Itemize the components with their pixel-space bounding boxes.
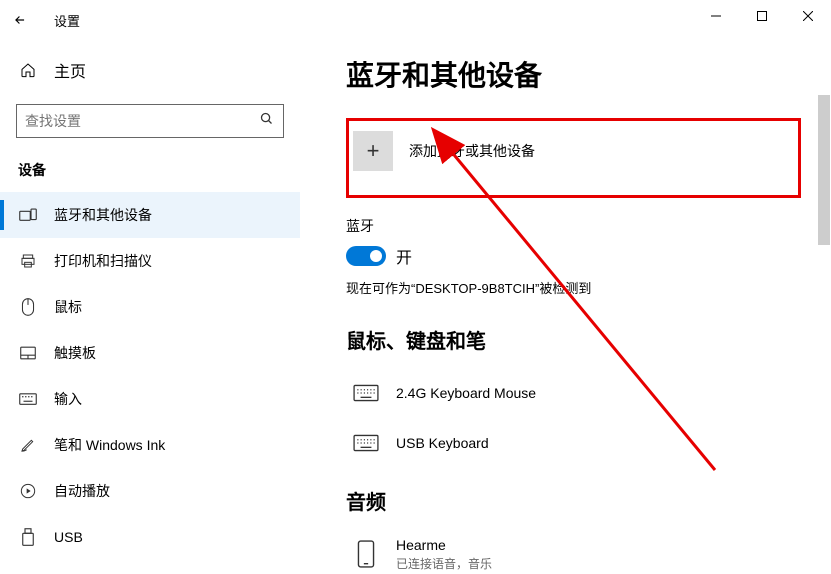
pen-icon: [18, 437, 38, 453]
bluetooth-toggle-label: 开: [396, 244, 412, 268]
bluetooth-heading: 蓝牙: [346, 216, 801, 236]
maximize-button[interactable]: [739, 0, 785, 32]
add-device-row[interactable]: + 添加蓝牙或其他设备: [353, 131, 788, 171]
sidebar-item-label: 鼠标: [54, 297, 82, 317]
home-icon: [18, 62, 38, 78]
close-button[interactable]: [785, 0, 831, 32]
keyboard-icon: [346, 434, 386, 452]
sidebar-item-label: 笔和 Windows Ink: [54, 435, 165, 455]
sidebar-item-autoplay[interactable]: 自动播放: [0, 468, 300, 514]
device-name: USB Keyboard: [396, 435, 489, 451]
device-name: Hearme: [396, 537, 492, 553]
sidebar-item-label: 触摸板: [54, 343, 96, 363]
back-button[interactable]: [0, 0, 40, 40]
sidebar-item-bluetooth[interactable]: 蓝牙和其他设备: [0, 192, 300, 238]
main-content: 蓝牙和其他设备 + 添加蓝牙或其他设备 蓝牙 开 现在可作为“DESKTOP-9…: [300, 40, 831, 574]
section-audio: 音频: [346, 486, 801, 515]
page-title: 蓝牙和其他设备: [346, 54, 801, 94]
keyboard-icon: [346, 384, 386, 402]
autoplay-icon: [18, 483, 38, 499]
sidebar-item-label: USB: [54, 529, 83, 545]
home-label: 主页: [54, 58, 86, 82]
printer-icon: [18, 253, 38, 269]
keyboard-icon: [18, 393, 38, 405]
minimize-button[interactable]: [693, 0, 739, 32]
sidebar-item-typing[interactable]: 输入: [0, 376, 300, 422]
bluetooth-toggle[interactable]: [346, 246, 386, 266]
scrollbar-thumb[interactable]: [818, 95, 830, 245]
annotation-highlight-box: + 添加蓝牙或其他设备: [346, 118, 801, 198]
device-item[interactable]: 2.4G Keyboard Mouse: [346, 368, 801, 418]
device-item[interactable]: USB Keyboard: [346, 418, 801, 468]
sidebar-section-title: 设备: [0, 150, 300, 192]
sidebar-item-label: 输入: [54, 389, 82, 409]
add-device-label: 添加蓝牙或其他设备: [409, 141, 535, 161]
sidebar-item-mouse[interactable]: 鼠标: [0, 284, 300, 330]
sidebar-item-label: 自动播放: [54, 481, 110, 501]
sidebar-item-label: 蓝牙和其他设备: [54, 205, 152, 225]
device-name: 2.4G Keyboard Mouse: [396, 385, 536, 401]
search-box[interactable]: [16, 104, 284, 138]
touchpad-icon: [18, 346, 38, 360]
sidebar-item-printers[interactable]: 打印机和扫描仪: [0, 238, 300, 284]
section-mouse-kb: 鼠标、键盘和笔: [346, 325, 801, 354]
window-title: 设置: [54, 11, 80, 30]
search-icon: [257, 111, 275, 131]
mouse-icon: [18, 298, 38, 316]
bluetooth-status: 现在可作为“DESKTOP-9B8TCIH”被检测到: [346, 278, 801, 297]
devices-icon: [18, 208, 38, 222]
sidebar: 主页 设备 蓝牙和其他设备 打印机和扫描仪 鼠标 触摸板 输入: [0, 40, 300, 574]
device-item[interactable]: Hearme 已连接语音，音乐: [346, 529, 801, 574]
add-device-plus-icon[interactable]: +: [353, 131, 393, 171]
search-input[interactable]: [25, 113, 257, 129]
device-status: 已连接语音，音乐: [396, 555, 492, 572]
home-link[interactable]: 主页: [0, 50, 300, 90]
sidebar-item-usb[interactable]: USB: [0, 514, 300, 560]
sidebar-item-pen[interactable]: 笔和 Windows Ink: [0, 422, 300, 468]
sidebar-item-touchpad[interactable]: 触摸板: [0, 330, 300, 376]
phone-icon: [346, 540, 386, 568]
titlebar: 设置: [0, 0, 831, 40]
usb-icon: [18, 528, 38, 546]
sidebar-item-label: 打印机和扫描仪: [54, 251, 152, 271]
